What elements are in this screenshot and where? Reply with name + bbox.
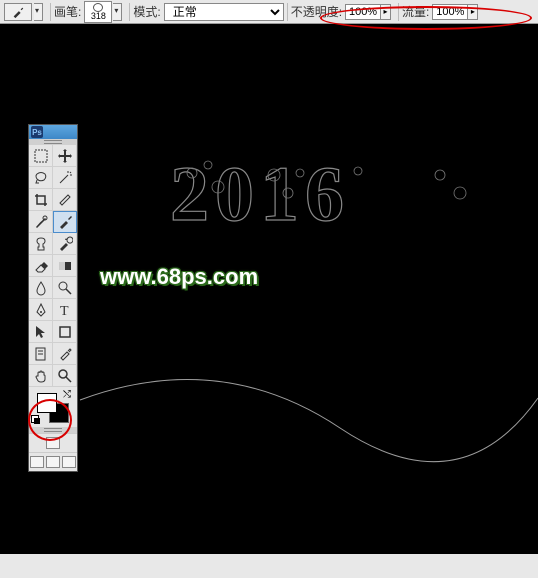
pen-tool[interactable] <box>29 299 53 321</box>
tool-preset-dropdown[interactable] <box>34 3 43 21</box>
notes-tool[interactable] <box>29 343 53 365</box>
default-colors-icon[interactable] <box>31 415 41 425</box>
opacity-label: 不透明度: <box>291 3 342 20</box>
healing-brush-tool[interactable] <box>29 211 53 233</box>
dodge-tool[interactable] <box>53 277 77 299</box>
clone-stamp-tool[interactable] <box>29 233 53 255</box>
gradient-tool[interactable] <box>53 255 77 277</box>
ps-logo-icon: Ps <box>31 126 43 138</box>
tool-preset-picker[interactable] <box>4 3 32 21</box>
mode-label: 模式: <box>133 3 160 20</box>
path-selection-tool[interactable] <box>29 321 53 343</box>
move-tool[interactable] <box>53 145 77 167</box>
color-swatches: ⤭ <box>29 387 77 427</box>
eraser-tool[interactable] <box>29 255 53 277</box>
blur-tool[interactable] <box>29 277 53 299</box>
hand-tool[interactable] <box>29 365 53 387</box>
rect-marquee-tool[interactable] <box>29 145 53 167</box>
tools-panel-titlebar[interactable]: Ps <box>29 125 77 139</box>
foreground-color-swatch[interactable] <box>37 393 57 413</box>
opacity-input[interactable] <box>345 4 381 20</box>
type-tool[interactable]: T <box>53 299 77 321</box>
blend-mode-select[interactable]: 正常 <box>164 3 284 21</box>
screen-mode-switcher[interactable] <box>29 452 77 471</box>
lasso-tool[interactable] <box>29 167 53 189</box>
canvas <box>0 24 538 554</box>
svg-text:T: T <box>60 304 69 318</box>
slice-tool[interactable] <box>53 189 77 211</box>
magic-wand-tool[interactable] <box>53 167 77 189</box>
flow-input[interactable] <box>432 4 468 20</box>
eyedropper-tool[interactable] <box>53 343 77 365</box>
brush-tool[interactable] <box>53 211 77 233</box>
options-bar: 画笔: 318 模式: 正常 不透明度: ▸ 流量: ▸ <box>0 0 538 24</box>
opacity-arrow[interactable]: ▸ <box>381 4 391 20</box>
shape-tool[interactable] <box>53 321 77 343</box>
tools-panel: Ps T ⤭ <box>28 124 78 472</box>
brush-preset-dropdown[interactable] <box>113 3 122 21</box>
quick-mask-toggle[interactable] <box>29 433 77 452</box>
crop-tool[interactable] <box>29 189 53 211</box>
brush-label: 画笔: <box>54 3 81 20</box>
brush-preset-picker[interactable]: 318 <box>84 1 112 23</box>
path-curve <box>0 48 538 578</box>
flow-label: 流量: <box>402 3 429 20</box>
swap-colors-icon[interactable]: ⤭ <box>63 389 71 400</box>
flow-arrow[interactable]: ▸ <box>468 4 478 20</box>
history-brush-tool[interactable] <box>53 233 77 255</box>
zoom-tool[interactable] <box>53 365 77 387</box>
